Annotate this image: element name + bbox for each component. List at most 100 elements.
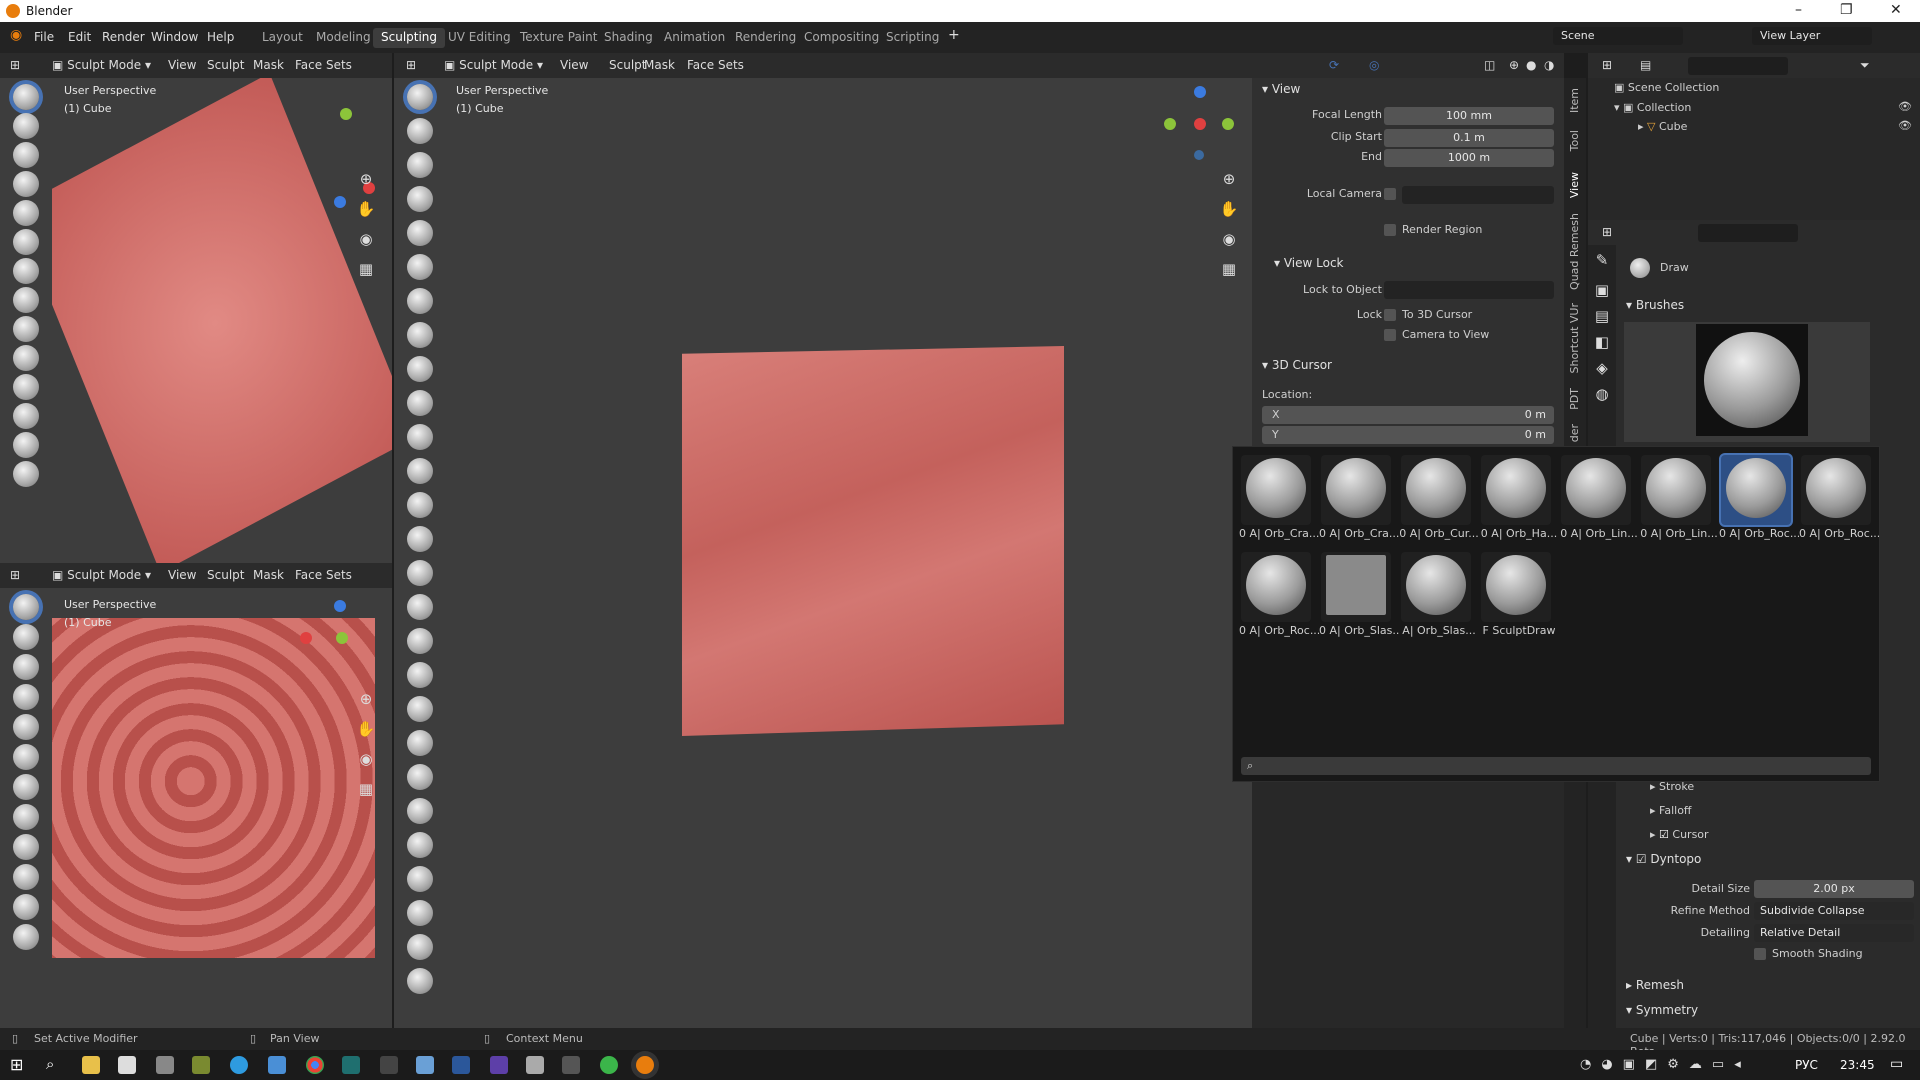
sculpt-tool-icon[interactable]: [407, 84, 433, 110]
file-explorer-icon[interactable]: [82, 1056, 100, 1074]
sculpt-tool-icon[interactable]: [407, 866, 433, 892]
sculpt-tool-icon[interactable]: [13, 744, 39, 770]
sculpt-tool-icon[interactable]: [13, 113, 39, 139]
sculpt-tool-icon[interactable]: [407, 152, 433, 178]
brush-thumbnail[interactable]: 0 A| Orb_Cur...: [1399, 455, 1479, 540]
editor-type-icon[interactable]: ⊞: [1602, 225, 1612, 239]
sculpt-tool-icon[interactable]: [407, 662, 433, 688]
sculpt-tool-icon[interactable]: [407, 968, 433, 994]
viewport-main[interactable]: User Perspective (1) Cube ⊕ ✋ ◉ ▦: [394, 78, 1252, 1028]
sculpt-tool-icon[interactable]: [407, 322, 433, 348]
dyntopo-section[interactable]: ▾ ☑ Dyntopo: [1626, 852, 1701, 866]
sculpt-tool-icon[interactable]: [407, 798, 433, 824]
smooth-shading-checkbox[interactable]: [1754, 948, 1766, 960]
app-icon[interactable]: [600, 1056, 618, 1074]
minimize-icon[interactable]: –: [1795, 2, 1802, 18]
sculpt-tool-icon[interactable]: [13, 84, 39, 110]
pan-hand-icon[interactable]: ✋: [1218, 198, 1240, 220]
app-icon[interactable]: [490, 1056, 508, 1074]
sculpt-tool-icon[interactable]: [13, 374, 39, 400]
cube-item[interactable]: ▸ ▽ Cube: [1638, 120, 1687, 133]
sculpt-tool-icon[interactable]: [407, 288, 433, 314]
sculpt-tool-icon[interactable]: [13, 229, 39, 255]
menu-edit[interactable]: Edit: [68, 30, 91, 44]
sculpt-tool-icon[interactable]: [407, 730, 433, 756]
sculpt-tool-icon[interactable]: [13, 200, 39, 226]
detailing-dropdown[interactable]: Relative Detail: [1754, 924, 1914, 942]
viewport-bottom-left[interactable]: User Perspective (1) Cube ⊕ ✋ ◉ ▦: [0, 588, 392, 1028]
menu-window[interactable]: Window: [151, 30, 198, 44]
scene-collection-label[interactable]: ▣ Scene Collection: [1614, 81, 1719, 94]
cursor-section[interactable]: ▸ ☑ Cursor: [1650, 828, 1709, 841]
outliner-search[interactable]: [1688, 57, 1788, 75]
viewport-top-left[interactable]: User Perspective (1) Cube ⊕ ✋ ◉ ▦: [0, 78, 392, 563]
3d-cursor-section-header[interactable]: ▾ 3D Cursor: [1262, 358, 1332, 372]
store-icon[interactable]: [118, 1056, 136, 1074]
sculpt-tool-icon[interactable]: [13, 171, 39, 197]
focal-length-field[interactable]: 100 mm: [1384, 107, 1554, 125]
tab-modeling[interactable]: Modeling: [308, 28, 379, 48]
tab-animation[interactable]: Animation: [656, 28, 733, 48]
sculpt-tool-icon[interactable]: [407, 764, 433, 790]
cursor-x-field[interactable]: 0 m: [1262, 406, 1554, 424]
app-icon[interactable]: [268, 1056, 286, 1074]
zoom-icon[interactable]: ⊕: [1218, 168, 1240, 190]
menu-sculpt[interactable]: Sculpt: [207, 568, 244, 582]
gizmo-toggle-icon[interactable]: ⟳: [1329, 58, 1339, 72]
tab-shortcut-vur[interactable]: Shortcut VUr: [1568, 303, 1581, 373]
clock[interactable]: 23:45: [1840, 1058, 1875, 1072]
clip-end-field[interactable]: 1000 m: [1384, 149, 1554, 167]
brush-preview[interactable]: [1696, 324, 1808, 436]
menu-face-sets[interactable]: Face Sets: [295, 568, 352, 582]
tab-der[interactable]: der: [1568, 424, 1581, 442]
pan-hand-icon[interactable]: ✋: [355, 198, 377, 220]
tab-texture-paint[interactable]: Texture Paint: [512, 28, 605, 48]
display-mode-icon[interactable]: ▤: [1640, 58, 1651, 72]
wireframe-shading-icon[interactable]: ⊕: [1509, 58, 1519, 72]
chrome-icon[interactable]: [306, 1056, 324, 1074]
visibility-eye-icon[interactable]: 👁: [1898, 100, 1912, 113]
sculpt-tool-icon[interactable]: [407, 220, 433, 246]
calculator-icon[interactable]: [526, 1056, 544, 1074]
sculpt-tool-icon[interactable]: [407, 424, 433, 450]
notes-icon[interactable]: [416, 1056, 434, 1074]
sculpt-tool-icon[interactable]: [407, 696, 433, 722]
tab-scripting[interactable]: Scripting: [878, 28, 947, 48]
z-axis-gizmo[interactable]: [1194, 86, 1206, 98]
sculpt-tool-icon[interactable]: [407, 900, 433, 926]
z-axis-gizmo[interactable]: [334, 196, 346, 208]
sculpt-tool-icon[interactable]: [13, 654, 39, 680]
sculpt-tool-icon[interactable]: [407, 458, 433, 484]
render-tab-icon[interactable]: ▣: [1591, 279, 1613, 301]
zoom-icon[interactable]: ⊕: [355, 168, 377, 190]
output-tab-icon[interactable]: ▤: [1591, 305, 1613, 327]
sculpt-tool-icon[interactable]: [13, 864, 39, 890]
brush-thumbnail[interactable]: 0 A| Orb_Slas...: [1319, 552, 1399, 637]
maximize-icon[interactable]: ❐: [1840, 2, 1853, 18]
local-camera-checkbox[interactable]: [1384, 188, 1396, 200]
sculpt-tool-icon[interactable]: [13, 774, 39, 800]
camera-icon[interactable]: ◉: [355, 748, 377, 770]
sculpt-tool-icon[interactable]: [407, 934, 433, 960]
menu-file[interactable]: File: [34, 30, 54, 44]
tray-icons[interactable]: ◔◕▣◩⚙☁▭◂: [1580, 1057, 1751, 1072]
solid-shading-icon[interactable]: ●: [1526, 58, 1536, 72]
menu-view[interactable]: View: [168, 58, 196, 72]
filter-icon[interactable]: ⏷: [1860, 58, 1870, 73]
tab-sculpting[interactable]: Sculpting: [373, 28, 446, 48]
sculpt-tool-icon[interactable]: [13, 924, 39, 950]
app-icon[interactable]: [342, 1056, 360, 1074]
y-neg-axis-gizmo[interactable]: [1164, 118, 1176, 130]
word-icon[interactable]: [452, 1056, 470, 1074]
app-icon[interactable]: [192, 1056, 210, 1074]
brush-thumbnail[interactable]: 0 A| Orb_Roc...: [1239, 552, 1319, 637]
local-camera-field[interactable]: [1402, 186, 1554, 204]
brush-thumbnail[interactable]: 0 A| Orb_Ha...: [1481, 455, 1557, 540]
brush-thumbnail[interactable]: 0 A| Orb_Lin...: [1640, 455, 1718, 540]
notifications-icon[interactable]: ▭: [1890, 1056, 1903, 1072]
menu-mask[interactable]: Mask: [253, 58, 284, 72]
grid-icon[interactable]: ▦: [1218, 258, 1240, 280]
sculpt-tool-icon[interactable]: [407, 526, 433, 552]
brush-thumbnail[interactable]: A| Orb_Slas...: [1401, 552, 1476, 637]
tab-layout[interactable]: Layout: [254, 28, 311, 48]
